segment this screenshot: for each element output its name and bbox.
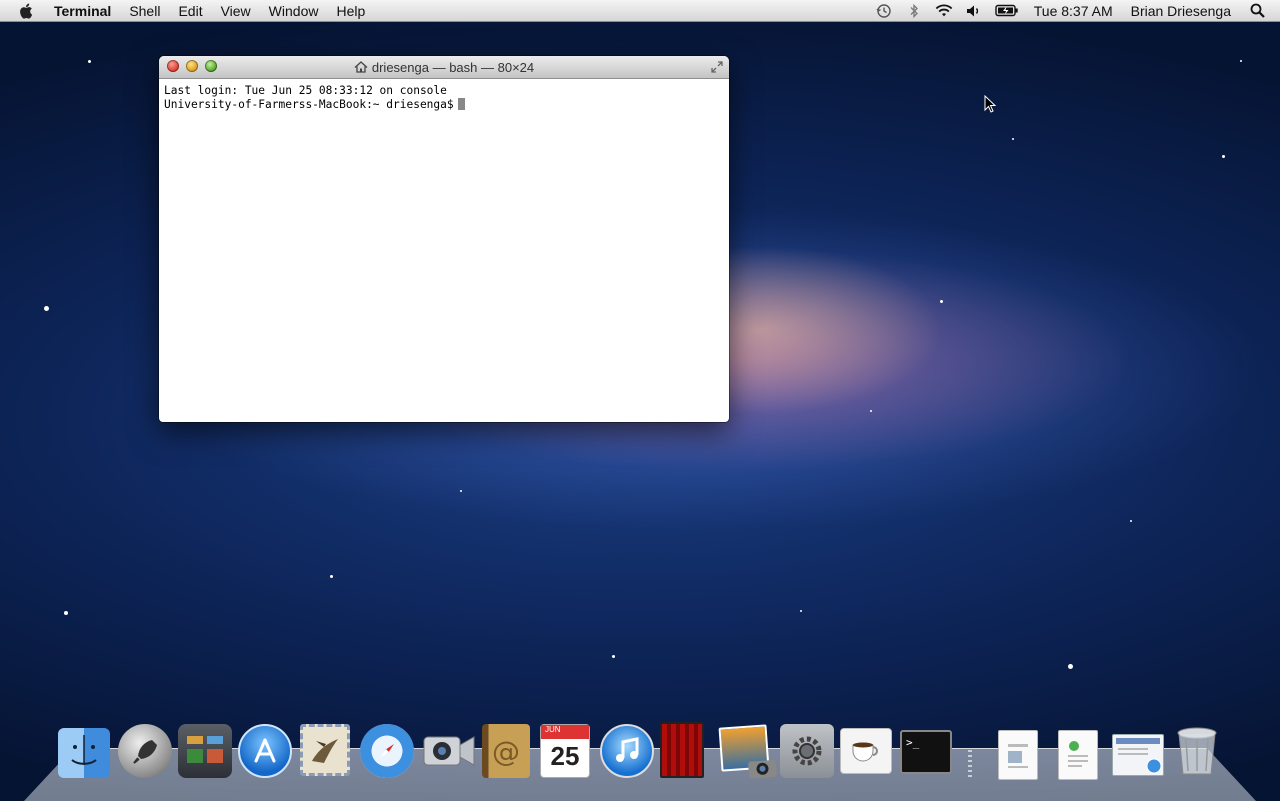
document-stack-icon[interactable] [998,730,1038,780]
terminal-window[interactable]: driesenga — bash — 80×24 Last login: Tue… [159,56,729,422]
close-button[interactable] [167,60,179,72]
text-cursor [457,98,465,110]
menu-help[interactable]: Help [327,3,374,19]
dock: @ JUN 25 >_ [58,722,1228,784]
spotlight-search-icon[interactable] [1248,3,1266,18]
bluetooth-icon[interactable] [905,3,923,18]
iphoto-icon[interactable] [718,724,777,779]
wifi-icon[interactable] [935,4,953,18]
calendar-day: 25 [550,741,580,771]
menu-bar: Terminal Shell Edit View Window Help Tue… [0,0,1280,22]
terminal-output[interactable]: Last login: Tue Jun 25 08:33:12 on conso… [159,79,729,117]
fullscreen-icon[interactable] [710,60,724,74]
dock-separator [968,750,972,780]
mouse-pointer-icon [984,95,996,113]
mail-icon[interactable] [300,724,350,776]
menu-window[interactable]: Window [260,3,328,19]
itunes-icon[interactable] [600,724,654,778]
minimize-button[interactable] [186,60,198,72]
calendar-icon[interactable]: JUN 25 [540,724,590,778]
home-folder-icon [354,61,368,73]
menu-clock[interactable]: Tue 8:37 AM [1025,3,1122,19]
app-store-icon[interactable] [238,724,292,778]
system-preferences-icon[interactable] [780,724,834,778]
terminal-prompt: University-of-Farmerss-MacBook:~ driesen… [164,98,454,111]
finder-icon[interactable] [58,728,110,778]
terminal-titlebar[interactable]: driesenga — bash — 80×24 [159,56,729,79]
window-title: driesenga — bash — 80×24 [371,59,535,75]
menu-extras: Tue 8:37 AM Brian Driesenga [869,3,1280,19]
battery-icon[interactable] [995,4,1019,18]
apple-icon[interactable] [18,3,36,19]
coffee-app-icon[interactable] [840,728,892,774]
menu-user[interactable]: Brian Driesenga [1122,3,1240,19]
trash-icon[interactable] [1174,724,1220,778]
terminal-line: Last login: Tue Jun 25 08:33:12 on conso… [164,84,447,97]
facetime-icon[interactable] [420,724,478,778]
time-machine-icon[interactable] [875,3,893,18]
window-controls [167,60,217,72]
mission-control-icon[interactable] [178,724,232,778]
calendar-month: JUN [541,725,589,739]
menu-view[interactable]: View [212,3,260,19]
terminal-prompt-line: University-of-Farmerss-MacBook:~ driesen… [164,98,724,112]
terminal-icon[interactable]: >_ [900,730,952,774]
downloads-stack-icon[interactable] [1058,730,1098,780]
menu-edit[interactable]: Edit [169,3,211,19]
safari-icon[interactable] [360,724,414,778]
address-book-icon[interactable]: @ [482,724,530,778]
launchpad-icon[interactable] [118,724,172,778]
menu-shell[interactable]: Shell [120,3,169,19]
menu-app-name[interactable]: Terminal [54,3,120,19]
web-document-icon[interactable] [1112,734,1164,776]
volume-icon[interactable] [965,4,983,18]
zoom-button[interactable] [205,60,217,72]
photo-booth-icon[interactable] [660,722,704,778]
